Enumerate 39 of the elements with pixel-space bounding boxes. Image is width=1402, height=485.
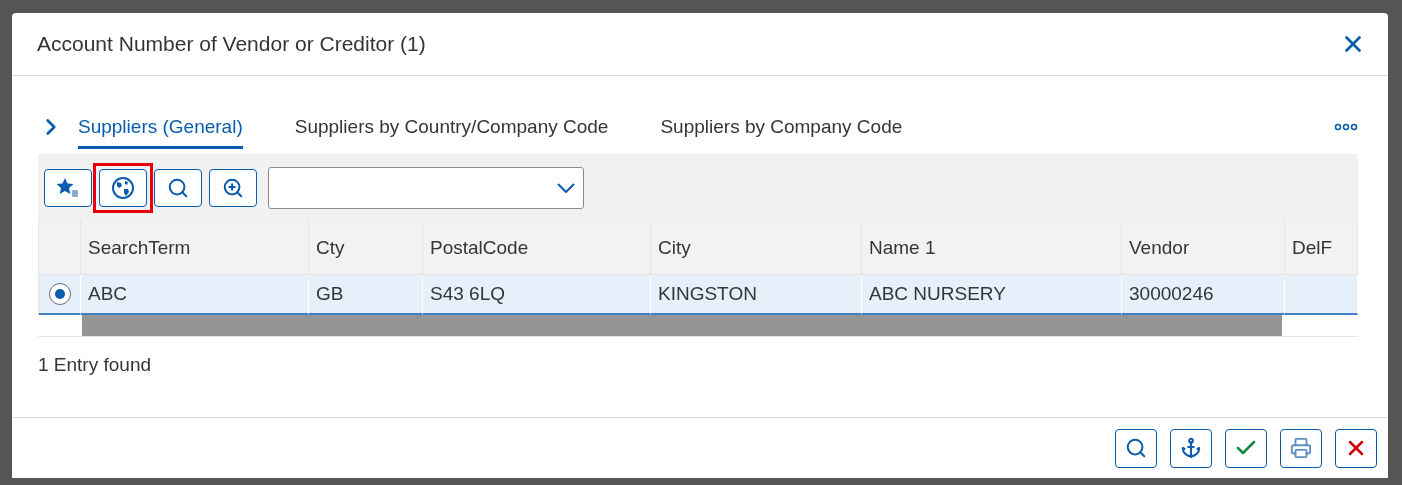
- tab[interactable]: Suppliers by Company Code: [660, 116, 903, 149]
- column-header: DelF: [1285, 221, 1358, 275]
- column-header: Cty: [309, 221, 423, 275]
- chevron-down-icon: [557, 182, 575, 193]
- table-cell: S43 6LQ: [423, 275, 651, 315]
- anchor-icon: [1180, 437, 1202, 459]
- status-text: 1 Entry found: [38, 354, 153, 376]
- search-button[interactable]: [1115, 428, 1157, 468]
- table-cell: KINGSTON: [651, 275, 862, 315]
- anchor-button[interactable]: [1170, 428, 1212, 468]
- table-cell: 30000246: [1122, 275, 1285, 315]
- star-trash-icon: [56, 176, 80, 199]
- more-icon: [1334, 123, 1358, 131]
- tab[interactable]: Suppliers (General): [78, 116, 243, 149]
- print-button[interactable]: [1280, 428, 1322, 468]
- column-header: Name 1: [862, 221, 1122, 275]
- column-header: Vendor: [1122, 221, 1285, 275]
- column-header: SearchTerm: [81, 221, 309, 275]
- search-icon: [167, 176, 189, 199]
- dropdown-field[interactable]: [268, 166, 584, 209]
- table-cell: ABC: [81, 275, 309, 315]
- column-header: City: [651, 221, 862, 275]
- zoom-in-icon: [222, 176, 244, 199]
- cancel-button[interactable]: [1335, 428, 1377, 468]
- more-button[interactable]: [1334, 123, 1358, 131]
- search-plus-button[interactable]: [209, 168, 257, 207]
- dialog-title: Account Number of Vendor or Creditor (1): [37, 32, 426, 56]
- globe-button[interactable]: [99, 168, 147, 207]
- table-cell: GB: [309, 275, 423, 315]
- confirm-button[interactable]: [1225, 428, 1267, 468]
- column-header: PostalCode: [423, 221, 651, 275]
- radio-button[interactable]: [48, 283, 71, 305]
- table-cell: ABC NURSERY: [862, 275, 1122, 315]
- globe-icon: [111, 175, 135, 200]
- search-icon: [1125, 437, 1147, 459]
- search-button[interactable]: [154, 168, 202, 207]
- favorites-button[interactable]: [44, 168, 92, 207]
- tab[interactable]: Suppliers by Country/Company Code: [294, 116, 609, 149]
- printer-icon: [1290, 437, 1312, 459]
